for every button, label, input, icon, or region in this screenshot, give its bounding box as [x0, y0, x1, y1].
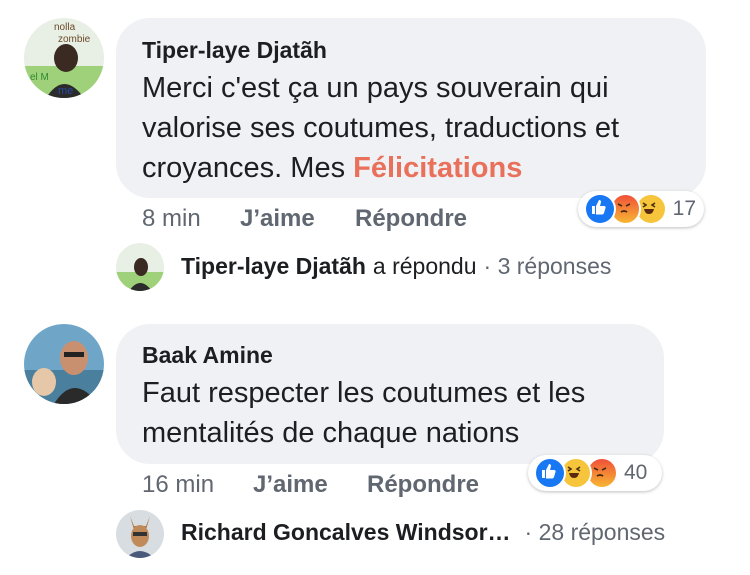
like-button[interactable]: J’aime: [240, 205, 315, 233]
reply-count[interactable]: · 28 réponses: [525, 519, 666, 546]
reply-action: a répondu: [372, 253, 477, 279]
comment-highlight: Félicitations: [353, 152, 523, 184]
comment-time[interactable]: 8 min: [142, 205, 201, 233]
reply-button[interactable]: Répondre: [367, 471, 479, 499]
reply-preview[interactable]: Tiper-laye Djatãh a répondu · 3 réponses: [181, 253, 611, 280]
reply-button[interactable]: Répondre: [355, 205, 467, 233]
reply-avatar[interactable]: [116, 510, 164, 558]
like-icon: [584, 193, 616, 225]
avatar-text-3: el M: [30, 72, 49, 83]
reply-preview[interactable]: Richard Goncalves Windsor… · 28 réponses: [181, 519, 665, 546]
comment-text: Merci c'est ça un pays souverain qui val…: [142, 68, 692, 188]
comment-avatar[interactable]: nolla zombie el M me: [24, 18, 104, 98]
comment-time[interactable]: 16 min: [142, 471, 214, 499]
reaction-count: 40: [624, 461, 648, 484]
reply-author[interactable]: Tiper-laye Djatãh: [181, 253, 366, 280]
comment-author[interactable]: Baak Amine: [142, 342, 273, 369]
comment-text: Faut respecter les coutumes et les menta…: [142, 373, 652, 453]
reply-avatar-image: [116, 510, 164, 558]
reaction-summary[interactable]: 40: [528, 455, 662, 491]
avatar-text-2: zombie: [58, 34, 91, 45]
comment-author[interactable]: Tiper-laye Djatãh: [142, 37, 327, 64]
avatar-image: nolla zombie el M me: [24, 18, 104, 98]
avatar-image: [24, 324, 104, 404]
avatar-text-1: nolla: [54, 22, 76, 33]
reaction-summary[interactable]: 17: [578, 191, 704, 227]
reply-author[interactable]: Richard Goncalves Windsor…: [181, 519, 511, 546]
like-icon: [534, 457, 566, 489]
comment-avatar[interactable]: [24, 324, 104, 404]
comment-text-body: Faut respecter les coutumes et les menta…: [142, 377, 586, 449]
avatar-text-4: me: [58, 85, 73, 97]
reply-avatar[interactable]: [116, 243, 164, 291]
reaction-count: 17: [672, 197, 696, 220]
reply-count[interactable]: · 3 réponses: [484, 253, 612, 280]
reply-avatar-image: [116, 243, 164, 291]
like-button[interactable]: J’aime: [253, 471, 328, 499]
